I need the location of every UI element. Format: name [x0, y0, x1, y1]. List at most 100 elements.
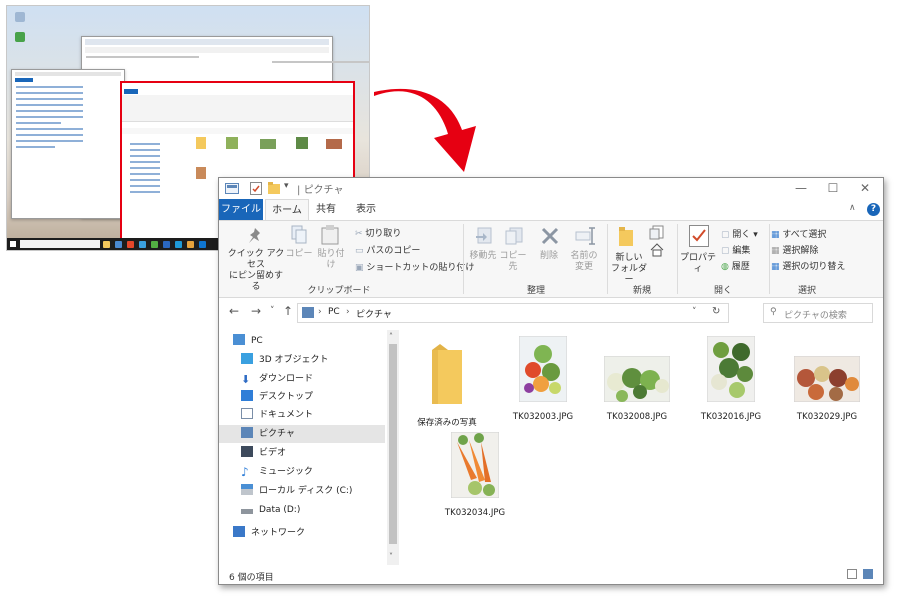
- help-icon[interactable]: ?: [867, 203, 880, 216]
- folder-icon: [432, 344, 462, 404]
- nav-item-data-drive[interactable]: Data (D:): [241, 501, 300, 519]
- breadcrumb-pc[interactable]: PC: [328, 307, 340, 317]
- title-bar[interactable]: ▾ | ピクチャ — ☐ ✕: [219, 178, 883, 199]
- new-folder-quick-icon[interactable]: [268, 182, 280, 194]
- vegetable-photo-thumbnail: [450, 431, 500, 499]
- ribbon-collapse-icon[interactable]: ∧: [849, 203, 856, 213]
- address-bar[interactable]: › PC › ピクチャ ˅ ↻: [297, 303, 729, 323]
- move-to-button[interactable]: 移動先: [467, 251, 499, 262]
- nav-item-videos[interactable]: ビデオ: [241, 444, 286, 462]
- ribbon-separator: [769, 224, 770, 294]
- open-button[interactable]: ▢ 開く ▾: [721, 227, 758, 240]
- explorer-window-icon: [225, 183, 239, 194]
- minimize-button[interactable]: —: [785, 178, 817, 199]
- nav-item-desktop[interactable]: デスクトップ: [241, 388, 313, 406]
- file-name: TK032029.JPG: [796, 412, 858, 422]
- tab-view[interactable]: 表示: [351, 199, 381, 220]
- file-tile-image[interactable]: TK032034.JPG: [435, 431, 515, 518]
- file-tile-folder[interactable]: 保存済みの写真: [407, 340, 487, 428]
- rename-button[interactable]: 名前の 変更: [567, 251, 601, 273]
- scroll-down-icon[interactable]: ˅: [389, 552, 393, 561]
- red-arrow-icon: [374, 88, 476, 172]
- file-tile-image[interactable]: TK032003.JPG: [503, 335, 583, 422]
- vegetable-photo-thumbnail: [706, 335, 756, 403]
- select-none-button[interactable]: ▦ 選択解除: [771, 243, 818, 256]
- nav-item-3d-objects[interactable]: 3D オブジェクト: [241, 351, 329, 369]
- nav-scrollbar[interactable]: ˄ ˅: [387, 330, 399, 565]
- properties-button[interactable]: プロパティ: [677, 253, 719, 275]
- forward-arrow-icon[interactable]: →: [251, 304, 261, 318]
- scissors-icon: ✂: [355, 229, 363, 239]
- search-box[interactable]: ⚲ ピクチャの検索: [763, 303, 873, 323]
- file-name: 保存済みの写真: [417, 418, 477, 428]
- file-name: TK032008.JPG: [606, 412, 668, 422]
- ribbon-home: クイック アクセス にピン留めする コピー 貼り付け ✂ 切り取り ▭ パスのコ…: [219, 220, 883, 298]
- desktop-icon: [241, 390, 253, 401]
- copy-path-button[interactable]: ▭ パスのコピー: [355, 243, 420, 256]
- select-none-icon: ▦: [771, 246, 780, 256]
- organize-group-label: 整理: [526, 286, 545, 296]
- history-button[interactable]: ◍ 履歴: [721, 259, 750, 272]
- nav-item-music[interactable]: ♪ ミュージック: [241, 463, 313, 481]
- refresh-icon[interactable]: ↻: [712, 306, 720, 317]
- new-item-icon: [649, 225, 664, 240]
- search-placeholder: ピクチャの検索: [784, 311, 847, 321]
- open-group-label: 開く: [713, 286, 732, 296]
- ribbon-tabs: ファイル ホーム 共有 表示 ∧ ?: [219, 199, 883, 220]
- edit-button[interactable]: ▢ 編集: [721, 243, 750, 256]
- nav-item-network[interactable]: ネットワーク: [233, 524, 305, 542]
- select-all-button[interactable]: ▦ すべて選択: [771, 227, 826, 240]
- copy-to-button[interactable]: コピー先: [497, 251, 529, 273]
- status-bar: 6 個の項目: [219, 566, 883, 584]
- back-arrow-icon[interactable]: ←: [229, 304, 239, 318]
- file-view: 保存済みの写真 TK032003.JPG TK032008.JPG TK0320…: [403, 330, 883, 565]
- nav-item-pc[interactable]: PC: [233, 332, 263, 350]
- delete-icon: [541, 227, 559, 245]
- copy-button[interactable]: コピー: [285, 249, 313, 260]
- pc-icon: [233, 334, 245, 345]
- new-folder-icon: [619, 227, 633, 246]
- nav-item-downloads[interactable]: ⬇ ダウンロード: [241, 370, 313, 388]
- large-icons-view-icon[interactable]: [863, 569, 873, 579]
- explorer-window: ▾ | ピクチャ — ☐ ✕ ファイル ホーム 共有 表示 ∧ ? クイック ア…: [218, 177, 884, 585]
- close-button[interactable]: ✕: [849, 178, 881, 199]
- open-icon: ▢: [721, 230, 730, 240]
- vegetable-photo-thumbnail: [603, 355, 671, 403]
- pin-quick-access-button[interactable]: クイック アクセス にピン留めする: [225, 249, 287, 293]
- tab-share[interactable]: 共有: [311, 199, 341, 220]
- paste-shortcut-button[interactable]: ▣ ショートカットの貼り付け: [355, 260, 474, 273]
- invert-selection-button[interactable]: ▦ 選択の切り替え: [771, 259, 845, 272]
- nav-item-pictures[interactable]: ピクチャ: [241, 425, 295, 443]
- recycle-bin-icon: [15, 12, 25, 22]
- breadcrumb-pictures[interactable]: ピクチャ: [356, 307, 392, 320]
- scroll-up-icon[interactable]: ˄: [389, 332, 393, 341]
- tab-file[interactable]: ファイル: [219, 199, 263, 220]
- tab-home[interactable]: ホーム: [265, 199, 309, 220]
- properties-icon: [689, 225, 709, 247]
- video-icon: [241, 446, 253, 457]
- ribbon-separator: [607, 224, 608, 294]
- file-tile-image[interactable]: TK032016.JPG: [691, 335, 771, 422]
- item-count: 6 個の項目: [229, 573, 274, 583]
- delete-button[interactable]: 削除: [535, 251, 563, 262]
- qat-dropdown-icon[interactable]: ▾: [284, 181, 289, 191]
- nav-item-documents[interactable]: ドキュメント: [241, 406, 313, 424]
- address-dropdown-icon[interactable]: ˅: [692, 307, 697, 317]
- recent-locations-icon[interactable]: ˅: [270, 306, 275, 316]
- nav-item-local-disk[interactable]: ローカル ディスク (C:): [241, 482, 352, 500]
- navigation-pane: PC 3D オブジェクト ⬇ ダウンロード デスクトップ ドキュメント ピクチャ …: [219, 330, 399, 565]
- easy-access-icon: [650, 243, 664, 257]
- search-icon: ⚲: [770, 307, 777, 317]
- new-folder-button[interactable]: 新しい フォルダー: [609, 253, 649, 286]
- maximize-button[interactable]: ☐: [817, 178, 849, 199]
- paste-button[interactable]: 貼り付け: [315, 249, 347, 271]
- file-tile-image[interactable]: TK032008.JPG: [597, 355, 677, 422]
- properties-quick-icon[interactable]: [250, 182, 262, 195]
- scroll-thumb[interactable]: [389, 344, 397, 544]
- details-view-icon[interactable]: [847, 569, 857, 579]
- vegetable-photo-thumbnail: [518, 335, 568, 403]
- file-tile-image[interactable]: TK032029.JPG: [787, 355, 867, 422]
- file-name: TK032034.JPG: [444, 508, 506, 518]
- cut-button[interactable]: ✂ 切り取り: [355, 226, 401, 239]
- up-arrow-icon[interactable]: ↑: [283, 304, 293, 318]
